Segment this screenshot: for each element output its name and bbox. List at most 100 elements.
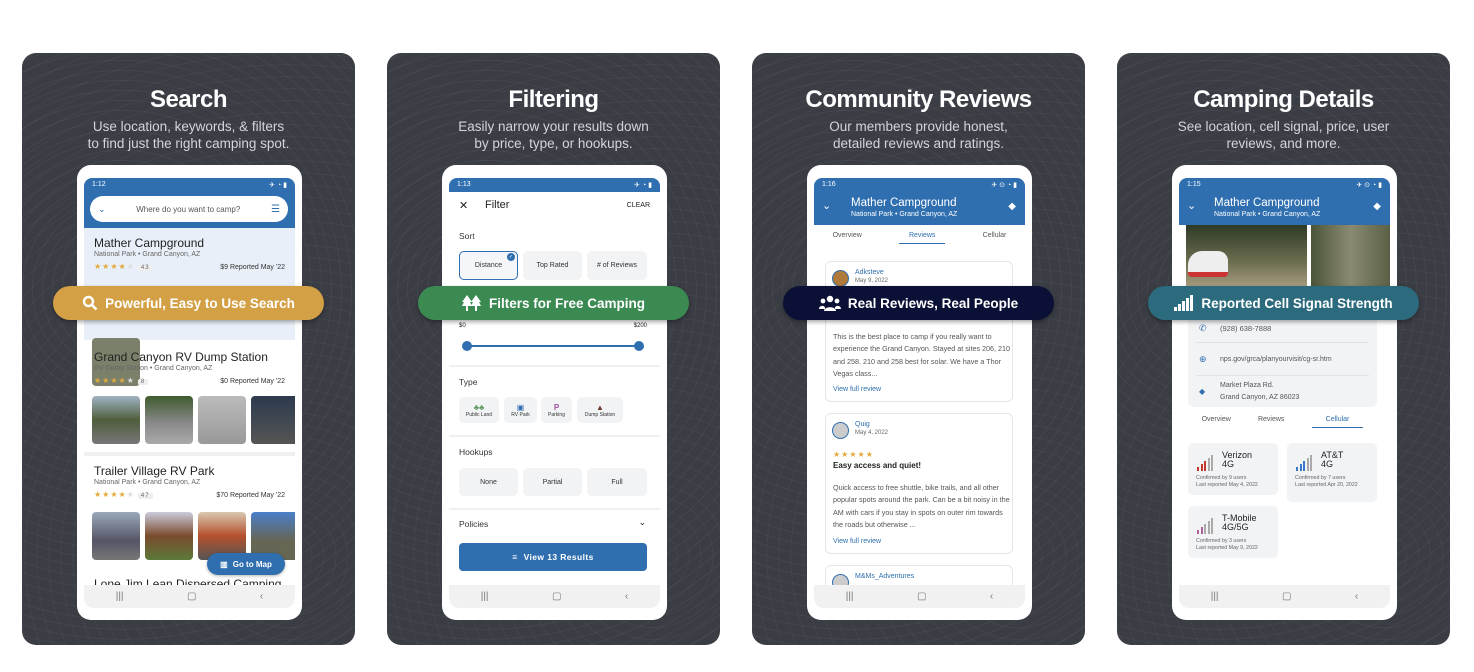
carrier-card-tmobile: T-Mobile 4G/5G Confirmed by 3 users Last r… (1188, 506, 1278, 558)
type-parking[interactable]: P Parking (541, 397, 572, 423)
result-card[interactable]: Grand Canyon RV Dump Station RV Dump Sta… (84, 340, 295, 450)
signal-bar (1204, 461, 1206, 471)
panel-subtitle: Our members provide honest, detailed revi… (829, 119, 1008, 151)
back-button[interactable]: ‹ (1355, 591, 1358, 602)
photo[interactable] (92, 512, 140, 560)
signal-bar (1200, 464, 1203, 471)
website-link[interactable]: nps.gov/grca/planyourvisit/cg-sr.htm (1220, 356, 1332, 363)
home-button[interactable]: ▢ (552, 591, 561, 602)
hookup-partial[interactable]: Partial (523, 468, 582, 496)
directions-icon[interactable]: ◆ (1008, 201, 1016, 212)
reviewer-link[interactable]: Quig (855, 421, 870, 428)
header: ⌄ Mather Campground National Park • Gran… (814, 192, 1025, 225)
result-card[interactable]: Mather Campground National Park • Grand … (84, 228, 295, 386)
type-public-land[interactable]: ♣♣ Public Land (459, 397, 499, 423)
signal-bar (1211, 455, 1213, 471)
panel-subtitle: Use location, keywords, & filters to find… (87, 119, 290, 151)
go-to-map-button[interactable]: ▥ Go to Map (207, 553, 285, 575)
chevron-down-icon[interactable]: ⌄ (1187, 199, 1196, 212)
phone-link[interactable]: (928) 638-7888 (1220, 324, 1271, 333)
filter-sliders-icon[interactable]: ☰ (271, 204, 280, 215)
view-results-button[interactable]: ≡ View 13 Results (459, 543, 647, 571)
tab-cellular[interactable]: Cellular (1311, 416, 1364, 428)
back-button[interactable]: ‹ (990, 591, 993, 602)
type-rv-park[interactable]: ▣ RV Park (504, 397, 537, 423)
sort-distance[interactable]: Distance ✓ (459, 251, 518, 280)
signal-bar (1296, 467, 1298, 471)
tab-overview[interactable]: Overview (833, 232, 862, 244)
recents-button[interactable]: ||| (116, 591, 124, 602)
filter-screen: 1:13 ✈ ◔ ▮ ✕ Filter CLEAR Sort Distance ✓ … (449, 178, 660, 608)
signal-bar (1306, 458, 1309, 471)
address[interactable]: Market Plaza Rd. Grand Canyon, AZ 86023 (1220, 380, 1299, 404)
review-card: Adksteve May 9, 2022 This is the best pl… (825, 261, 1013, 402)
chevron-down-icon[interactable]: ⌄ (822, 199, 831, 212)
reviews-screen: 1:16 ✈ ⊙ ◔ ▮ ⌄ Mather Campground National… (814, 178, 1025, 608)
back-button[interactable]: ‹ (260, 591, 263, 602)
search-input[interactable]: ⌄ Where do you want to camp? ☰ (90, 196, 288, 222)
home-button[interactable]: ▢ (917, 591, 926, 602)
feature-banner: Powerful, Easy to Use Search (53, 286, 324, 320)
panel-search: Search Use location, keywords, & filters… (22, 53, 355, 645)
details-screen: 1:15 ✈ ⊙ ◔ ▮ ⌄ Mather Campground National… (1179, 178, 1390, 608)
directions-icon[interactable]: ◆ (1373, 201, 1381, 212)
slider-min-handle[interactable] (462, 341, 472, 351)
panel-filtering: Filtering Easily narrow your results dow… (387, 53, 720, 645)
price-slider[interactable] (466, 345, 639, 347)
photo[interactable] (145, 396, 193, 444)
signal-bar (1197, 467, 1199, 471)
photo[interactable] (198, 396, 246, 444)
signal-bar (1207, 458, 1210, 471)
chevron-down-icon[interactable]: ⌄ (98, 204, 106, 215)
recents-button[interactable]: ||| (481, 591, 489, 602)
panel-title: Filtering (508, 86, 599, 113)
feature-banner: Filters for Free Camping (418, 286, 689, 320)
recents-button[interactable]: ||| (846, 591, 854, 602)
type-dump-station[interactable]: ▲ Dump Station (577, 397, 623, 423)
chevron-down-icon[interactable]: ⌄ (638, 517, 646, 528)
home-button[interactable]: ▢ (187, 591, 196, 602)
hookup-none[interactable]: None (459, 468, 518, 496)
tab-reviews[interactable]: Reviews (1258, 416, 1284, 428)
photo[interactable] (251, 396, 295, 444)
policies-section[interactable]: Policies (459, 519, 488, 529)
slider-max-handle[interactable] (634, 341, 644, 351)
hookup-full[interactable]: Full (587, 468, 647, 496)
signal-bar (1299, 464, 1302, 471)
people-icon (818, 295, 841, 311)
carrier-card-verizon: Verizon 4G Confirmed by 9 users Last repor… (1188, 443, 1278, 495)
trees-icon (461, 295, 481, 311)
directions-icon: ◆ (1199, 387, 1206, 396)
home-button[interactable]: ▢ (1282, 591, 1291, 602)
photo[interactable] (92, 396, 140, 444)
sort-top-rated[interactable]: Top Rated (523, 251, 582, 280)
android-nav-bar: ||| ▢ ‹ (449, 585, 660, 608)
status-bar: 1:16 ✈ ⊙ ◔ ▮ (814, 178, 1025, 192)
sort-reviews[interactable]: # of Reviews (587, 251, 647, 280)
clear-button[interactable]: CLEAR (627, 202, 650, 209)
panel-subtitle: Easily narrow your results down by price,… (458, 119, 649, 151)
back-button[interactable]: ‹ (625, 591, 628, 602)
panel-title: Search (149, 86, 228, 113)
feature-banner: Real Reviews, Real People (783, 286, 1054, 320)
photo[interactable] (145, 512, 193, 560)
avatar (832, 422, 849, 439)
reviewer-link[interactable]: Adksteve (855, 269, 884, 276)
campground-photo[interactable] (1186, 225, 1307, 287)
recents-button[interactable]: ||| (1211, 591, 1219, 602)
phone-frame: 1:13 ✈ ◔ ▮ ✕ Filter CLEAR Sort Distance ✓ … (442, 165, 667, 620)
signal-bar (1310, 455, 1312, 471)
map-icon: ▥ (220, 559, 228, 569)
campground-photo[interactable] (1311, 225, 1390, 287)
review-card: Quig May 4, 2022 ★★★★★ Easy access and q… (825, 413, 1013, 554)
panel-title: Community Reviews (805, 86, 1032, 113)
tab-overview[interactable]: Overview (1202, 416, 1231, 428)
tab-cellular[interactable]: Cellular (983, 232, 1007, 244)
view-full-review-link[interactable]: View full review (833, 538, 881, 545)
signal-bar (1204, 524, 1206, 534)
status-bar: 1:13 ✈ ◔ ▮ (449, 178, 660, 192)
reviewer-link[interactable]: M&Ms_Adventures (855, 573, 914, 580)
close-icon[interactable]: ✕ (459, 199, 468, 212)
tab-reviews[interactable]: Reviews (898, 232, 946, 244)
view-full-review-link[interactable]: View full review (833, 386, 881, 393)
